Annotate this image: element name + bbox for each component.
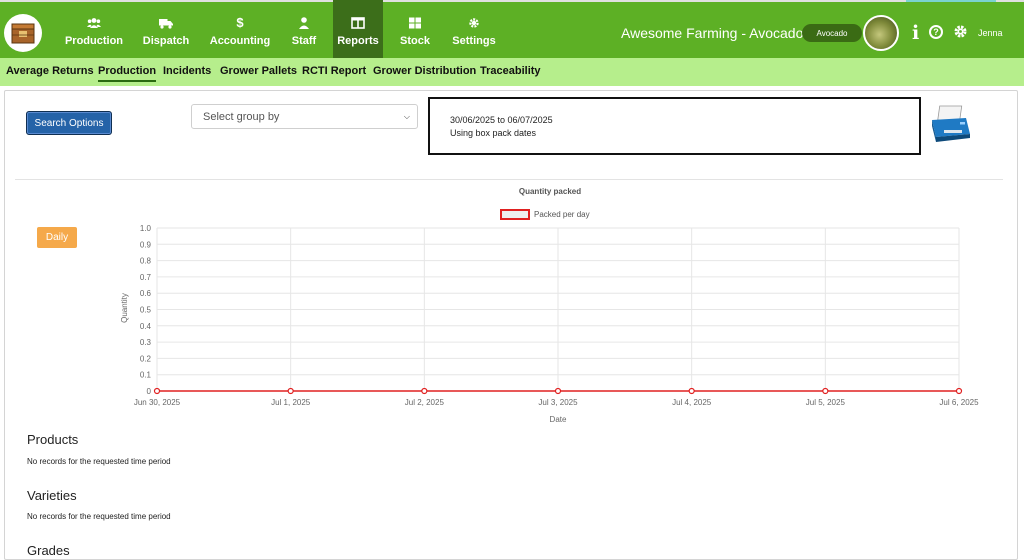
printer-icon[interactable]: [928, 104, 972, 148]
nav-settings[interactable]: Settings: [448, 0, 500, 58]
search-options-button[interactable]: Search Options: [26, 111, 112, 135]
y-tick-label: 0.3: [140, 338, 152, 347]
data-point[interactable]: [287, 387, 294, 395]
avatar[interactable]: [863, 15, 899, 51]
date-range-box: [428, 97, 921, 155]
info-icon[interactable]: i: [912, 22, 919, 44]
group-by-select[interactable]: Select group by ⌵: [191, 104, 418, 129]
grades-heading: Grades: [27, 543, 70, 558]
variety-selector[interactable]: Avocado: [802, 24, 862, 42]
nav-label: Staff: [291, 35, 317, 47]
y-tick-label: 0.6: [140, 289, 152, 298]
cog-icon: [469, 18, 479, 28]
data-point[interactable]: [688, 387, 695, 395]
y-tick-label: 0.9: [140, 240, 152, 249]
data-point[interactable]: [421, 387, 428, 395]
x-tick-label: Jul 6, 2025: [939, 398, 979, 407]
quantity-chart: Quantity packed Packed per day 0 0.1 0.2 0.…: [120, 187, 979, 424]
subnav-incidents[interactable]: Incidents: [163, 65, 211, 77]
data-point[interactable]: [153, 387, 161, 395]
y-tick-label: 0.1: [140, 371, 152, 380]
nav-label: Settings: [452, 35, 496, 47]
x-tick-label: Jun 30, 2025: [134, 398, 181, 407]
columns-icon: [351, 17, 365, 29]
chart-grid: [156, 227, 960, 392]
x-axis-ticks: Jun 30, 2025 Jul 1, 2025 Jul 2, 2025 Jul 3,…: [134, 398, 979, 407]
subnav-average-returns[interactable]: Average Returns: [6, 65, 94, 77]
nav-production[interactable]: Production: [62, 0, 126, 58]
nav-label: Dispatch: [142, 35, 190, 47]
products-heading: Products: [27, 432, 79, 447]
x-tick-label: Jul 5, 2025: [806, 398, 846, 407]
crate-logo-icon: [11, 23, 35, 44]
y-tick-label: 0.2: [140, 354, 152, 363]
group-by-placeholder: Select group by: [203, 110, 280, 123]
users-icon: [87, 18, 101, 28]
y-tick-label: 0.8: [140, 257, 152, 266]
x-tick-label: Jul 4, 2025: [672, 398, 712, 407]
legend-label: Packed per day: [534, 210, 590, 219]
nav-label: Accounting: [209, 35, 271, 47]
grid-icon: [409, 17, 421, 29]
app-logo[interactable]: [4, 14, 42, 52]
series-packed-per-day: [153, 387, 963, 395]
nav-label: Reports: [337, 35, 379, 47]
subnav-grower-distribution[interactable]: Grower Distribution: [373, 65, 476, 77]
y-tick-label: 0.5: [140, 306, 152, 315]
x-tick-label: Jul 3, 2025: [538, 398, 578, 407]
help-icon[interactable]: ?: [929, 25, 943, 39]
y-tick-label: 0.4: [140, 322, 152, 331]
nav-stock[interactable]: Stock: [395, 0, 435, 58]
username[interactable]: Jenna: [978, 28, 1003, 38]
date-range-text: 30/06/2025 to 06/07/2025: [450, 115, 553, 125]
legend-swatch[interactable]: [500, 209, 530, 220]
subnav-traceability[interactable]: Traceability: [480, 65, 541, 77]
y-tick-label: 0: [147, 387, 152, 396]
dollar-icon: $: [236, 15, 244, 30]
subnav-production[interactable]: Production: [98, 65, 157, 82]
y-tick-label: 0.7: [140, 273, 152, 282]
gear-icon[interactable]: [953, 24, 968, 39]
nav-label: Production: [64, 35, 124, 47]
date-mode-text: Using box pack dates: [450, 128, 537, 138]
data-point[interactable]: [822, 387, 829, 395]
nav-accounting[interactable]: $ Accounting: [206, 0, 274, 58]
strip-pill: [906, 0, 996, 2]
x-axis-label: Date: [550, 415, 567, 424]
chevron-down-icon: ⌵: [403, 112, 410, 121]
subnav-grower-pallets[interactable]: Grower Pallets: [220, 65, 297, 77]
varieties-heading: Varieties: [27, 488, 77, 503]
y-tick-label: 1.0: [140, 224, 152, 233]
data-point[interactable]: [554, 387, 562, 395]
subnav-rcti-report[interactable]: RCTI Report: [302, 65, 366, 77]
nav-staff[interactable]: Staff: [286, 0, 322, 58]
user-icon: [299, 17, 309, 29]
nav-label: Stock: [400, 35, 430, 47]
truck-icon: [159, 19, 173, 29]
y-axis-label: Quantity: [120, 293, 129, 323]
farm-title: Awesome Farming - Avocados: [621, 25, 811, 41]
x-tick-label: Jul 2, 2025: [405, 398, 445, 407]
nav-reports[interactable]: Reports: [333, 0, 383, 58]
nav-dispatch[interactable]: Dispatch: [138, 0, 194, 58]
products-empty-note: No records for the requested time period: [27, 457, 171, 466]
y-axis-ticks: 0 0.1 0.2 0.3 0.4 0.5 0.6 0.7 0.8 0.9 1.0: [140, 224, 152, 396]
chart-title: Quantity packed: [519, 187, 581, 196]
data-point[interactable]: [955, 387, 963, 395]
x-tick-label: Jul 1, 2025: [271, 398, 311, 407]
varieties-empty-note: No records for the requested time period: [27, 512, 171, 521]
